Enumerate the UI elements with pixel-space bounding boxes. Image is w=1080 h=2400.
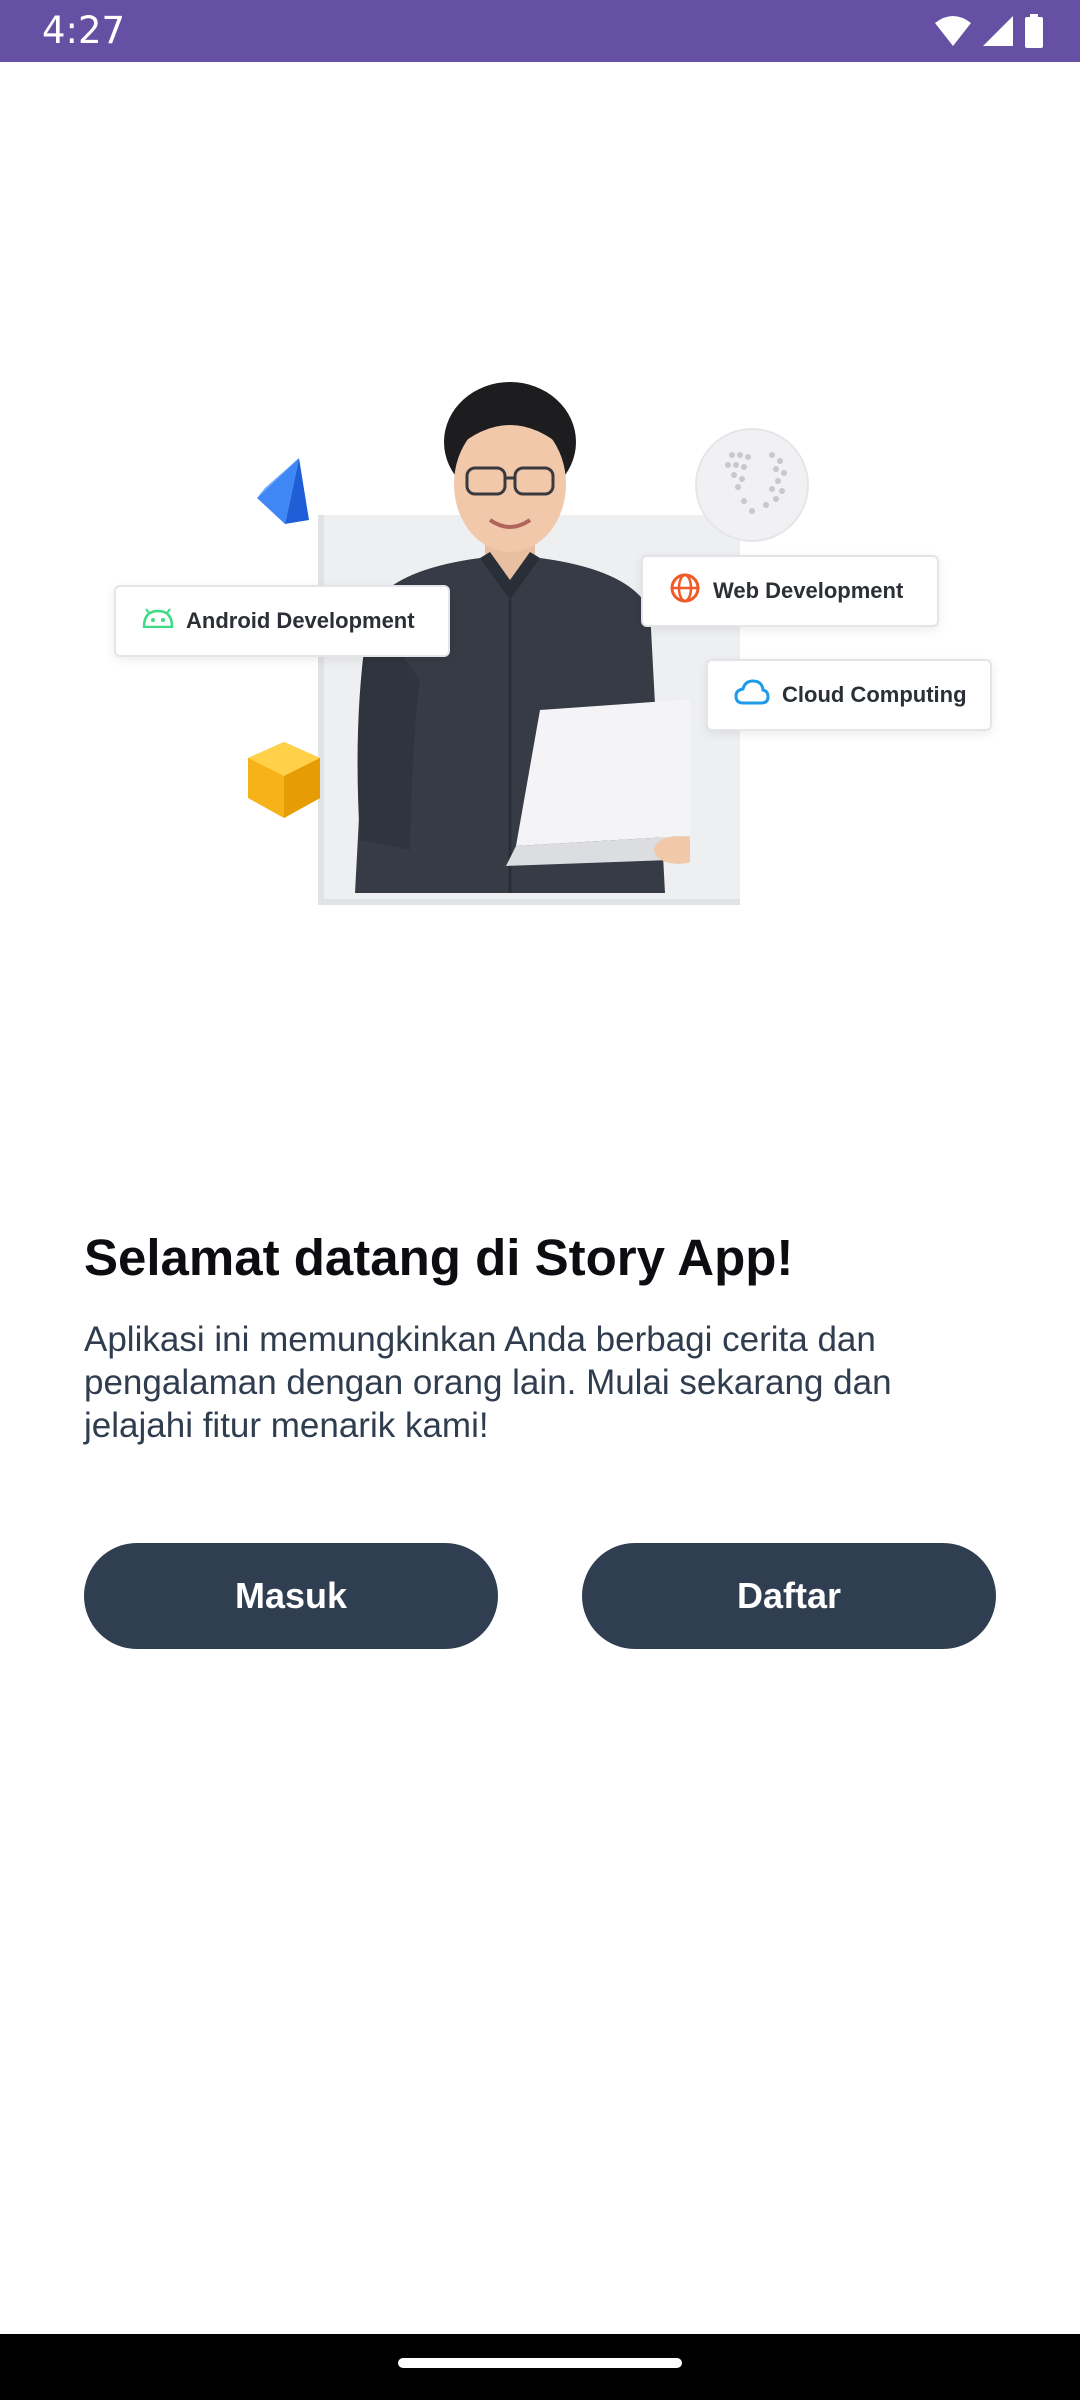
android-development-label: Android Development (186, 608, 415, 633)
welcome-screen: 4:27 Android Development Web Development… (0, 0, 1080, 2400)
cloud-icon (734, 678, 770, 712)
cloud-computing-chip: Cloud Computing (706, 659, 992, 731)
globe-icon (669, 572, 701, 610)
web-development-label: Web Development (713, 578, 904, 603)
cellular-signal-icon (982, 15, 1014, 47)
blue-crystal-shape (257, 458, 309, 524)
status-icons (934, 14, 1044, 48)
login-button[interactable]: Masuk (84, 1543, 498, 1649)
web-development-chip: Web Development (641, 555, 939, 627)
android-development-chip: Android Development (114, 585, 450, 657)
welcome-description: Aplikasi ini memungkinkan Anda berbagi c… (84, 1320, 892, 1445)
status-bar: 4:27 (0, 0, 1080, 62)
cloud-computing-label: Cloud Computing (782, 682, 967, 707)
yellow-cube-shape (248, 742, 320, 818)
register-button[interactable]: Daftar (582, 1543, 996, 1649)
welcome-title: Selamat datang di Story App! (84, 1229, 794, 1286)
android-icon (142, 608, 174, 634)
hero-illustration: Android Development Web Development Clou… (100, 380, 1000, 910)
wifi-icon (934, 15, 972, 47)
battery-icon (1024, 14, 1044, 48)
navigation-bar (0, 2334, 1080, 2400)
world-globe-shape (695, 428, 809, 542)
home-gesture-handle[interactable] (398, 2358, 682, 2368)
status-time: 4:27 (42, 9, 126, 52)
